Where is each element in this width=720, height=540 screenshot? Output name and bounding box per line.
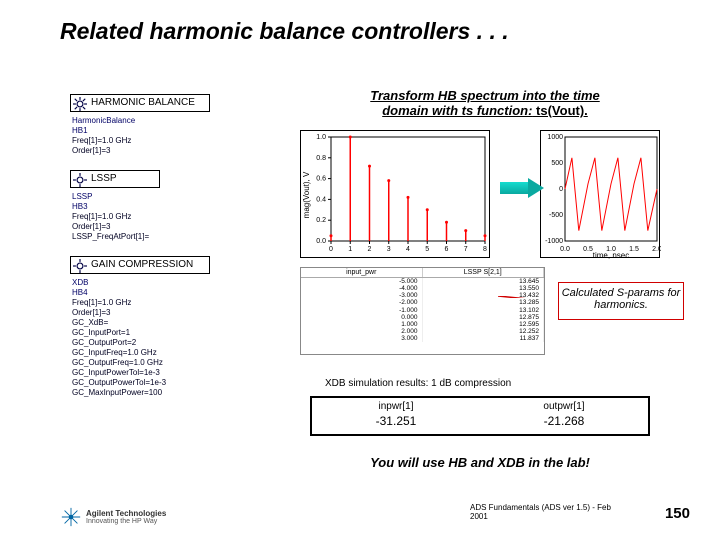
svg-text:0.2: 0.2: [316, 217, 326, 224]
svg-text:2: 2: [368, 246, 372, 253]
xdb-in-value: -31.251: [312, 414, 480, 428]
lssp-params: LSSP HB3 Freq[1]=1.0 GHz Order[1]=3 LSSP…: [72, 192, 149, 242]
svg-text:500: 500: [551, 160, 563, 167]
table-cell: 13.645: [423, 278, 544, 285]
table-cell: -3.000: [301, 292, 422, 299]
gear-icon: [73, 259, 87, 273]
xdb-result-box: inpwr[1] -31.251 outpwr[1] -21.268: [310, 396, 650, 436]
table-cell: 0.000: [301, 314, 422, 321]
svg-text:1: 1: [348, 246, 352, 253]
table-cell: -4.000: [301, 285, 422, 292]
footer-text: ADS Fundamentals (ADS ver 1.5) - Feb 200…: [470, 504, 630, 522]
table-cell: -1.000: [301, 307, 422, 314]
svg-text:0.0: 0.0: [560, 246, 570, 253]
table-cell: -5.000: [301, 278, 422, 285]
svg-text:2.0: 2.0: [652, 246, 661, 253]
svg-text:6: 6: [445, 246, 449, 253]
gear-icon: [73, 173, 87, 187]
time-chart: -1000-500050010000.00.51.01.52.0time, ns…: [540, 130, 660, 258]
table-header: input_pwr: [301, 268, 423, 277]
xdb-in-label: inpwr[1]: [312, 401, 480, 412]
svg-text:0.0: 0.0: [316, 238, 326, 245]
table-cell: 11.837: [423, 335, 544, 342]
xdb-caption: XDB simulation results: 1 dB compression: [325, 378, 511, 389]
svg-text:0: 0: [559, 186, 563, 193]
table-cell: 12.595: [423, 321, 544, 328]
gc-controller-box: GAIN COMPRESSION: [70, 256, 210, 274]
table-cell: 13.550: [423, 285, 544, 292]
svg-text:-500: -500: [549, 212, 563, 219]
gc-params: XDB HB4 Freq[1]=1.0 GHz Order[1]=3 GC_Xd…: [72, 278, 166, 398]
gear-icon: [73, 97, 87, 111]
callout-connector: [498, 296, 558, 298]
svg-text:1.5: 1.5: [629, 246, 639, 253]
table-cell: 13.102: [423, 307, 544, 314]
lssp-table: input_pwr LSSP S[2,1] -5.000-4.000-3.000…: [300, 267, 545, 355]
svg-text:5: 5: [425, 246, 429, 253]
agilent-logo: Agilent Technologies Innovating the HP W…: [60, 506, 166, 528]
table-cell: 12.252: [423, 328, 544, 335]
gc-box-label: GAIN COMPRESSION: [91, 259, 193, 270]
table-header: LSSP S[2,1]: [423, 268, 545, 277]
svg-text:0.4: 0.4: [316, 196, 326, 203]
svg-text:0.6: 0.6: [316, 176, 326, 183]
svg-text:time, nsec: time, nsec: [593, 251, 629, 259]
svg-text:0.5: 0.5: [583, 246, 593, 253]
table-cell: 2.000: [301, 328, 422, 335]
svg-text:-1000: -1000: [545, 238, 563, 245]
svg-text:1.0: 1.0: [316, 134, 326, 141]
lssp-controller-box: LSSP: [70, 170, 160, 188]
xdb-out-value: -21.268: [480, 414, 648, 428]
table-cell: 1.000: [301, 321, 422, 328]
table-cell: 3.000: [301, 335, 422, 342]
svg-text:3: 3: [387, 246, 391, 253]
svg-text:7: 7: [464, 246, 468, 253]
subtitle: Transform HB spectrum into the time doma…: [315, 88, 655, 118]
xdb-out-label: outpwr[1]: [480, 401, 648, 412]
spectrum-chart: 0.0 0.2 0.4 0.6 0.8 1.0 0 1 2 3 4 5 6 7 8 mag(Vout), V: [300, 130, 490, 258]
arrow-icon: [500, 178, 544, 198]
hb-box-label: HARMONIC BALANCE: [91, 97, 195, 108]
table-cell: -2.000: [301, 299, 422, 306]
svg-text:0.8: 0.8: [316, 155, 326, 162]
hb-controller-box: HARMONIC BALANCE: [70, 94, 210, 112]
svg-text:0: 0: [329, 246, 333, 253]
table-cell: 13.285: [423, 299, 544, 306]
page-number: 150: [665, 505, 690, 522]
lssp-box-label: LSSP: [91, 173, 117, 184]
lab-note: You will use HB and XDB in the lab!: [300, 455, 660, 470]
svg-text:mag(Vout), V: mag(Vout), V: [302, 171, 311, 218]
callout-box: Calculated S-params for harmonics.: [558, 282, 684, 320]
svg-text:4: 4: [406, 246, 410, 253]
hb-params: HarmonicBalance HB1 Freq[1]=1.0 GHz Orde…: [72, 116, 135, 156]
table-cell: 12.875: [423, 314, 544, 321]
slide-title: Related harmonic balance controllers . .…: [60, 18, 509, 45]
svg-text:8: 8: [483, 246, 487, 253]
svg-text:1000: 1000: [547, 134, 563, 141]
starburst-icon: [60, 506, 82, 528]
